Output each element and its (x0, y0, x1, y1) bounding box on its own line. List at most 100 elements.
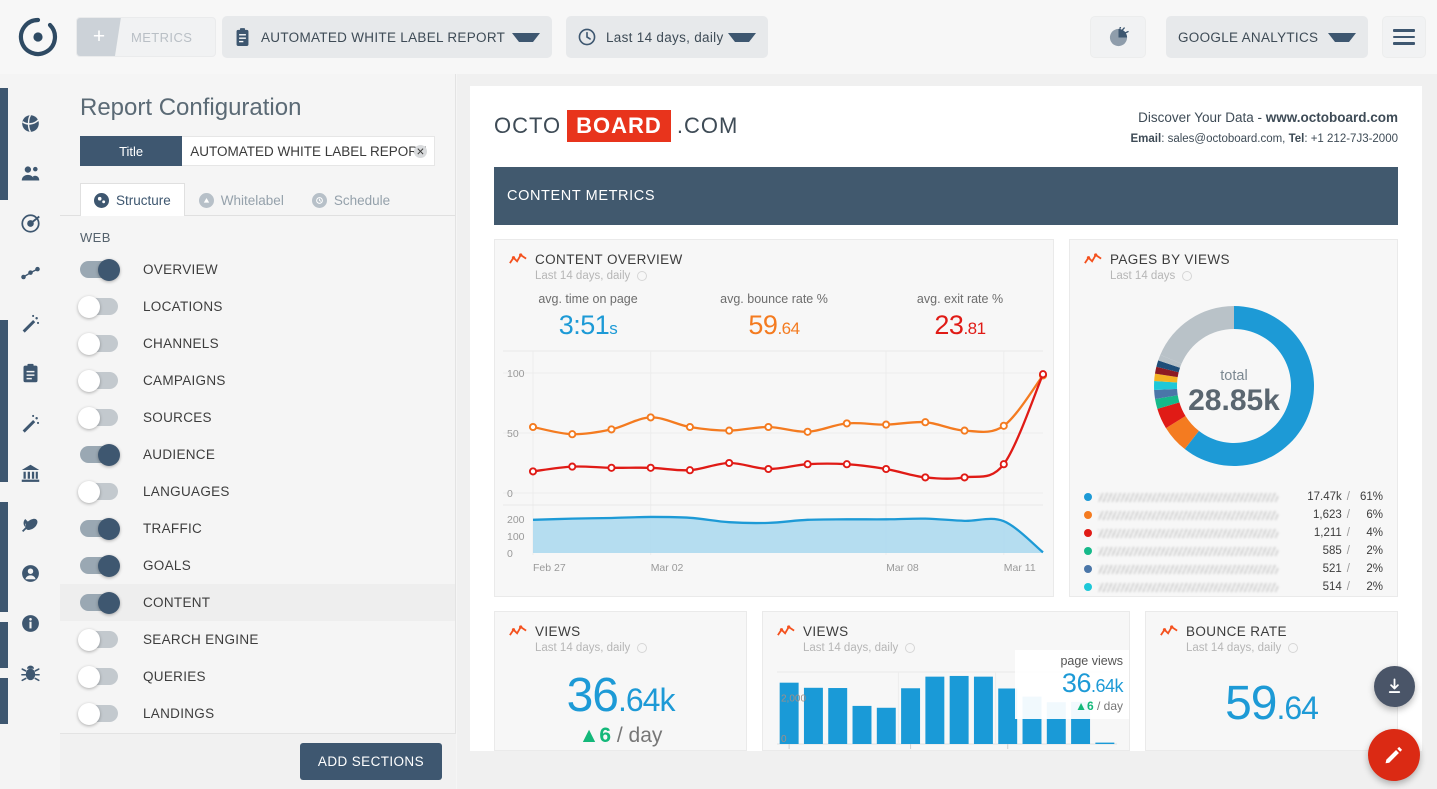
bar[interactable] (876, 707, 896, 744)
donut-segment[interactable] (1159, 306, 1234, 364)
bar[interactable] (925, 676, 945, 744)
rail-item-target[interactable] (0, 198, 60, 248)
rail-item-bug[interactable] (0, 648, 60, 698)
legend-color-swatch (1084, 493, 1092, 501)
info-dot-icon[interactable] (1182, 271, 1193, 281)
toggle-switch[interactable] (78, 628, 118, 651)
contact-tel-label: Tel (1288, 133, 1305, 145)
info-dot-icon[interactable] (637, 271, 648, 281)
toggle-row-goals[interactable]: GOALS (60, 547, 455, 584)
toggle-row-sources[interactable]: SOURCES (60, 399, 455, 436)
toggle-row-landings[interactable]: LANDINGS (60, 695, 455, 732)
bar[interactable] (973, 676, 993, 744)
toggle-switch[interactable] (78, 406, 118, 429)
toggle-switch[interactable] (80, 517, 120, 540)
rail-item-users[interactable] (0, 148, 60, 198)
bar[interactable] (803, 687, 823, 744)
toggle-row-content[interactable]: CONTENT (60, 584, 455, 621)
x-tick-label: Feb 27 (533, 562, 566, 574)
date-range-select[interactable]: Last 14 days, daily (566, 16, 768, 58)
bar[interactable] (1095, 742, 1115, 744)
toggle-knob (78, 480, 100, 503)
toggle-label: LANGUAGES (143, 484, 230, 499)
rail-item-magic-wand[interactable] (0, 298, 60, 348)
add-metrics-button[interactable]: + METRICS (76, 17, 216, 57)
app-root: + METRICS AUTOMATED WHITE LABEL REPORT L… (0, 0, 1437, 789)
info-dot-icon[interactable] (1288, 643, 1299, 653)
rail-item-clipboard[interactable] (0, 348, 60, 398)
legend-label-redacted (1098, 564, 1278, 574)
rail-item-plug[interactable] (0, 498, 60, 548)
toggle-switch[interactable] (78, 665, 118, 688)
data-source-select[interactable]: GOOGLE ANALYTICS (1166, 16, 1368, 58)
bar[interactable] (901, 688, 921, 744)
sparkline-icon (1084, 253, 1102, 264)
toggle-row-queries[interactable]: QUERIES (60, 658, 455, 695)
toggle-switch[interactable] (78, 480, 118, 503)
card-subtitle-text: Last 14 days, daily (803, 642, 899, 654)
toggle-switch[interactable] (78, 295, 118, 318)
toggle-switch[interactable] (78, 332, 118, 355)
rail-item-share-nodes[interactable] (0, 248, 60, 298)
bar[interactable] (852, 705, 872, 744)
download-fab[interactable] (1374, 666, 1415, 707)
hamburger-menu-icon (1393, 25, 1415, 49)
info-dot-icon[interactable] (637, 643, 648, 653)
tab-whitelabel[interactable]: Whitelabel (185, 183, 298, 216)
toggle-knob (78, 295, 100, 318)
pie-chart-button[interactable] (1090, 16, 1146, 58)
contact-tagline: Discover Your Data - (1138, 110, 1266, 125)
toggle-row-audience[interactable]: AUDIENCE (60, 436, 455, 473)
metrics-label: METRICS (131, 29, 193, 45)
toggle-switch[interactable] (78, 702, 118, 725)
toggle-row-campaigns[interactable]: CAMPAIGNS (60, 362, 455, 399)
toggle-label: CAMPAIGNS (143, 373, 226, 388)
toggle-row-search-engine[interactable]: SEARCH ENGINE (60, 621, 455, 658)
toggle-row-channels[interactable]: CHANNELS (60, 325, 455, 362)
toggle-knob (78, 702, 100, 725)
rail-item-info[interactable] (0, 598, 60, 648)
brand-octo: OCTO (494, 113, 562, 138)
toggle-row-languages[interactable]: LANGUAGES (60, 473, 455, 510)
toggle-row-overview[interactable]: OVERVIEW (60, 251, 455, 288)
add-sections-button[interactable]: ADD SECTIONS (299, 743, 442, 780)
report-select[interactable]: AUTOMATED WHITE LABEL REPORT (222, 16, 552, 58)
tab-schedule[interactable]: Schedule (298, 183, 404, 216)
toggle-knob (98, 554, 120, 577)
toggle-switch[interactable] (80, 554, 120, 577)
legend-percent: 61% (1359, 491, 1383, 503)
rail-item-bank[interactable] (0, 448, 60, 498)
toggle-label: CONTENT (143, 595, 211, 610)
report-header: OCTO BOARD .COM Discover Your Data - www… (494, 110, 1398, 145)
toggle-row-locations[interactable]: LOCATIONS (60, 288, 455, 325)
toggle-switch[interactable] (80, 443, 120, 466)
toggle-label: AUDIENCE (143, 447, 216, 462)
rail-item-user-circle[interactable] (0, 548, 60, 598)
bar[interactable] (949, 675, 969, 744)
bounce-rate-value-frac: .64 (1276, 690, 1318, 726)
info-dot-icon[interactable] (905, 643, 916, 653)
octoboard-logo-icon[interactable] (18, 17, 58, 57)
rail-item-globe[interactable] (0, 98, 60, 148)
toggle-row-traffic[interactable]: TRAFFIC (60, 510, 455, 547)
title-input[interactable]: AUTOMATED WHITE LABEL REPORT × (182, 136, 435, 166)
section-toggle-list: OVERVIEW LOCATIONS CHANNELS CAMPAIGNS SOURCE… (60, 251, 455, 732)
toggle-switch[interactable] (80, 591, 120, 614)
legend-color-swatch (1084, 511, 1092, 519)
legend-label-redacted (1098, 546, 1278, 556)
donut-segment[interactable] (1153, 381, 1177, 390)
legend-value: 1,211 (1313, 527, 1342, 539)
toggle-switch[interactable] (80, 258, 120, 281)
toggle-label: TRAFFIC (143, 521, 203, 536)
brand-board: BOARD (567, 110, 671, 142)
clipboard-icon (234, 27, 251, 47)
bar[interactable] (828, 688, 848, 744)
menu-button[interactable] (1382, 16, 1426, 58)
clear-title-icon[interactable]: × (414, 144, 427, 158)
edit-fab[interactable] (1368, 729, 1420, 781)
tab-structure[interactable]: Structure (80, 183, 185, 216)
rail-item-magic-wand-2[interactable] (0, 398, 60, 448)
card-title-text: CONTENT OVERVIEW (535, 252, 683, 267)
x-tick-label: Mar 02 (651, 562, 684, 574)
toggle-switch[interactable] (78, 369, 118, 392)
